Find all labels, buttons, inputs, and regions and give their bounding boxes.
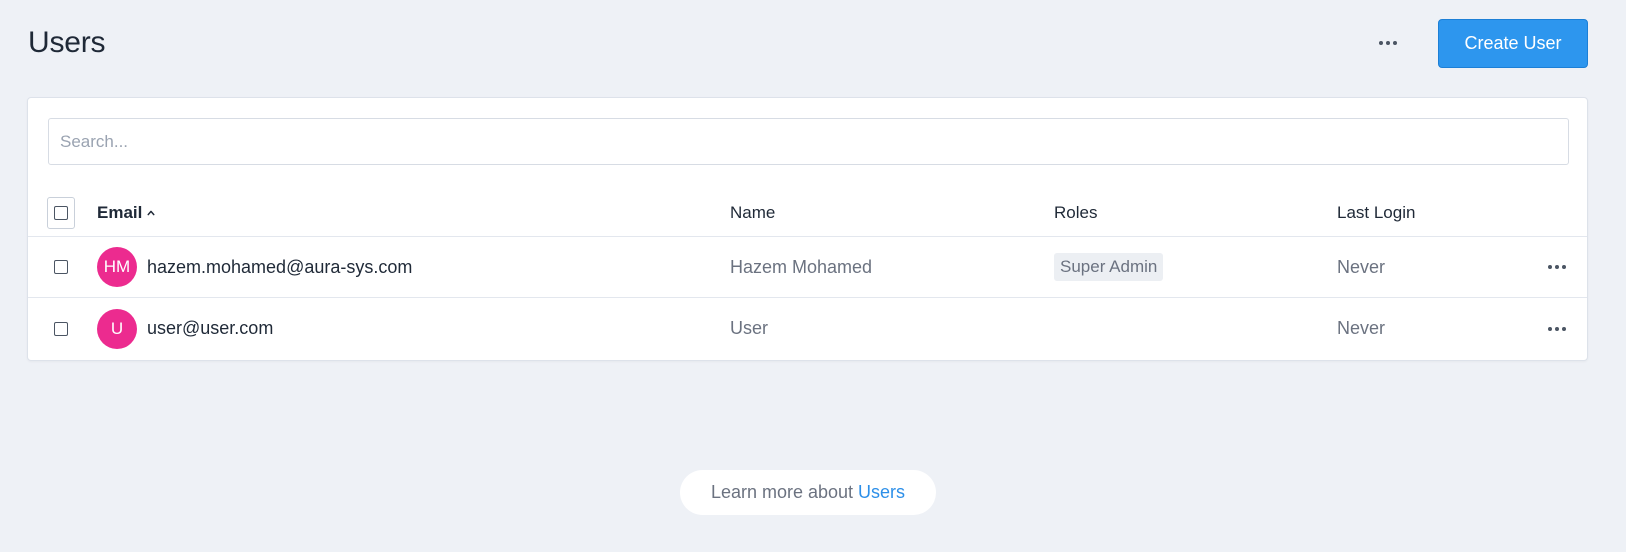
column-header-roles[interactable]: Roles <box>1054 190 1097 236</box>
select-all-cell <box>47 190 75 236</box>
learn-more-text: Learn more about <box>710 482 854 502</box>
last-login-cell: Never <box>1337 298 1385 359</box>
page-header: Users Create User <box>28 18 1588 68</box>
last-login-cell: Never <box>1337 237 1385 297</box>
row-checkbox-cell <box>47 237 75 297</box>
role-badge: Super Admin <box>1054 253 1164 281</box>
more-horizontal-icon <box>1548 326 1566 331</box>
name-cell: User <box>730 298 768 359</box>
users-table-card: Email Name Roles Last Login HM hazem.moh… <box>27 97 1588 361</box>
email-cell: HM hazem.mohamed@aura-sys.com <box>97 237 412 297</box>
more-horizontal-icon <box>1379 41 1397 45</box>
page-title: Users <box>28 26 106 59</box>
last-login-value: Never <box>1337 318 1386 338</box>
user-name: Hazem Mohamed <box>730 256 873 277</box>
table-row[interactable]: HM hazem.mohamed@aura-sys.com Hazem Moha… <box>28 237 1587 298</box>
table-header: Email Name Roles Last Login <box>28 190 1587 237</box>
user-name: User <box>730 318 769 338</box>
select-all-checkbox-wrapper[interactable] <box>47 197 75 229</box>
last-login-value: Never <box>1337 256 1386 277</box>
column-header-email-label: Email <box>97 203 143 222</box>
search-input[interactable] <box>48 118 1569 165</box>
avatar: U <box>97 308 137 349</box>
column-header-email[interactable]: Email <box>97 190 155 236</box>
row-actions-cell <box>1548 237 1566 297</box>
row-checkbox[interactable] <box>54 321 68 336</box>
user-email[interactable]: user@user.com <box>147 318 273 339</box>
column-header-roles-label: Roles <box>1054 203 1098 222</box>
column-header-last-login[interactable]: Last Login <box>1337 190 1415 236</box>
more-horizontal-icon <box>1548 265 1566 269</box>
column-header-last-login-label: Last Login <box>1337 203 1416 222</box>
column-header-name-label: Name <box>730 203 776 222</box>
select-all-checkbox[interactable] <box>54 206 68 220</box>
avatar: HM <box>97 247 137 287</box>
header-actions: Create User <box>1374 18 1588 68</box>
learn-more-link[interactable]: Users <box>858 482 905 503</box>
row-actions-cell <box>1548 298 1566 359</box>
table-row[interactable]: U user@user.com User Never <box>28 298 1587 359</box>
user-email[interactable]: hazem.mohamed@aura-sys.com <box>147 257 412 278</box>
row-checkbox-cell <box>47 298 75 359</box>
more-options-button[interactable] <box>1374 29 1402 57</box>
row-more-button[interactable] <box>1548 265 1566 269</box>
row-checkbox[interactable] <box>54 260 68 274</box>
row-more-button[interactable] <box>1548 326 1566 331</box>
email-cell: U user@user.com <box>97 298 273 359</box>
learn-more-pill: Learn more about Users <box>680 470 936 515</box>
roles-cell: Super Admin <box>1054 237 1164 297</box>
column-header-name[interactable]: Name <box>730 190 775 236</box>
create-user-button[interactable]: Create User <box>1438 18 1588 68</box>
sort-ascending-icon <box>147 210 155 216</box>
name-cell: Hazem Mohamed <box>730 237 872 297</box>
